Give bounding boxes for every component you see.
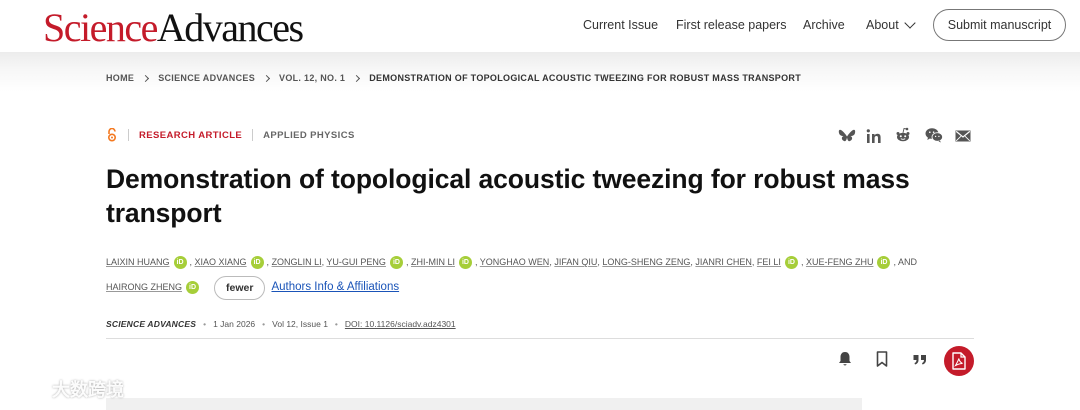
bookmark-icon[interactable] <box>873 350 891 368</box>
pdf-icon <box>952 352 966 370</box>
bell-icon[interactable] <box>836 350 854 368</box>
article-title: Demonstration of topological acoustic tw… <box>106 164 910 228</box>
article-type: RESEARCH ARTICLE <box>139 129 243 141</box>
author-name[interactable]: YU-GUI PENG <box>326 257 386 267</box>
logo-part-science: Science <box>43 5 158 50</box>
author-name[interactable]: HAIRONG ZHENG <box>106 282 182 292</box>
wechat-icon[interactable] <box>925 127 943 143</box>
authors-info-affiliations-link[interactable]: Authors Info & Affiliations <box>271 281 399 293</box>
orcid-icon[interactable]: iD <box>389 256 403 270</box>
author-name[interactable]: LONG-SHENG ZENG <box>602 257 690 267</box>
citation-volume: Vol 12, Issue 1 <box>272 319 328 329</box>
author-name[interactable]: FEI LI <box>757 257 781 267</box>
breadcrumb-current-article: DEMONSTRATION OF TOPOLOGICAL ACOUSTIC TW… <box>369 73 802 83</box>
watermark-text: 大数跨境 <box>52 380 124 401</box>
orcid-icon[interactable]: iD <box>173 256 187 270</box>
author-name[interactable]: XUE-FENG ZHU <box>806 257 874 267</box>
citation-doi-link[interactable]: DOI: 10.1126/sciadv.adz4301 <box>345 319 456 329</box>
watermark: 大数跨境 <box>8 376 124 402</box>
chevron-down-icon <box>904 17 916 29</box>
author-name[interactable]: LAIXIN HUANG <box>106 257 170 267</box>
citation-line: SCIENCE ADVANCES • 1 Jan 2026 • Vol 12, … <box>106 319 456 329</box>
orcid-icon[interactable]: iD <box>458 256 472 270</box>
citation-dot: • <box>262 319 266 329</box>
nav-archive[interactable]: Archive <box>803 18 845 32</box>
author-and-separator: , AND <box>893 257 917 267</box>
citation-dot: • <box>334 319 338 329</box>
citation-dot: • <box>203 319 207 329</box>
open-access-icon <box>107 128 117 142</box>
quote-icon[interactable] <box>911 350 929 368</box>
logo-part-advances: Advances <box>156 5 304 50</box>
citation-date: 1 Jan 2026 <box>213 319 256 329</box>
author-list: LAIXIN HUANG iD, XIAO XIANG iD, ZONGLIN LI… <box>106 250 926 300</box>
nav-current-issue[interactable]: Current Issue <box>583 18 658 32</box>
article-meta-row: RESEARCH ARTICLE APPLIED PHYSICS <box>106 128 355 142</box>
author-name[interactable]: ZONGLIN LI <box>272 257 322 267</box>
meta-divider <box>252 129 254 141</box>
bluesky-icon[interactable] <box>838 128 856 144</box>
breadcrumb-volume[interactable]: VOL. 12, NO. 1 <box>279 73 345 83</box>
pdf-download-button[interactable] <box>944 346 974 376</box>
email-icon[interactable] <box>954 128 972 144</box>
watermark-logo-icon <box>8 380 47 398</box>
breadcrumb-home[interactable]: HOME <box>106 73 134 83</box>
nav-about[interactable]: About <box>866 17 916 32</box>
orcid-icon[interactable]: iD <box>877 256 891 270</box>
fewer-authors-button[interactable]: fewer <box>214 275 266 300</box>
submit-manuscript-button[interactable]: Submit manuscript <box>933 9 1066 41</box>
breadcrumb: HOME SCIENCE ADVANCES VOL. 12, NO. 1 DEM… <box>106 73 801 83</box>
site-header: ScienceAdvances Current Issue First rele… <box>0 0 1080 52</box>
content-start-strip <box>106 398 862 410</box>
reddit-icon[interactable] <box>894 127 912 143</box>
breadcrumb-chevron-icon <box>142 74 150 82</box>
linkedin-icon[interactable] <box>865 128 883 144</box>
nav-first-release-papers[interactable]: First release papers <box>676 18 786 32</box>
author-name[interactable]: ZHI-MIN LI <box>411 257 455 267</box>
author-name[interactable]: JIANRI CHEN <box>695 257 752 267</box>
article-subject[interactable]: APPLIED PHYSICS <box>263 130 355 141</box>
meta-divider <box>128 129 129 141</box>
science-advances-logo[interactable]: ScienceAdvances <box>43 5 304 50</box>
breadcrumb-chevron-icon <box>353 74 361 82</box>
breadcrumb-science-advances[interactable]: SCIENCE ADVANCES <box>158 73 255 83</box>
orcid-icon[interactable]: iD <box>250 256 264 270</box>
breadcrumb-chevron-icon <box>262 74 271 82</box>
orcid-icon[interactable]: iD <box>784 256 798 270</box>
nav-about-label: About <box>866 18 899 32</box>
citation-journal: SCIENCE ADVANCES <box>106 319 197 329</box>
orcid-icon[interactable]: iD <box>186 281 200 295</box>
divider <box>106 338 974 339</box>
author-name[interactable]: XIAO XIANG <box>195 257 247 267</box>
author-name[interactable]: JIFAN QIU <box>554 257 597 267</box>
author-name[interactable]: YONGHAO WEN <box>480 257 550 267</box>
